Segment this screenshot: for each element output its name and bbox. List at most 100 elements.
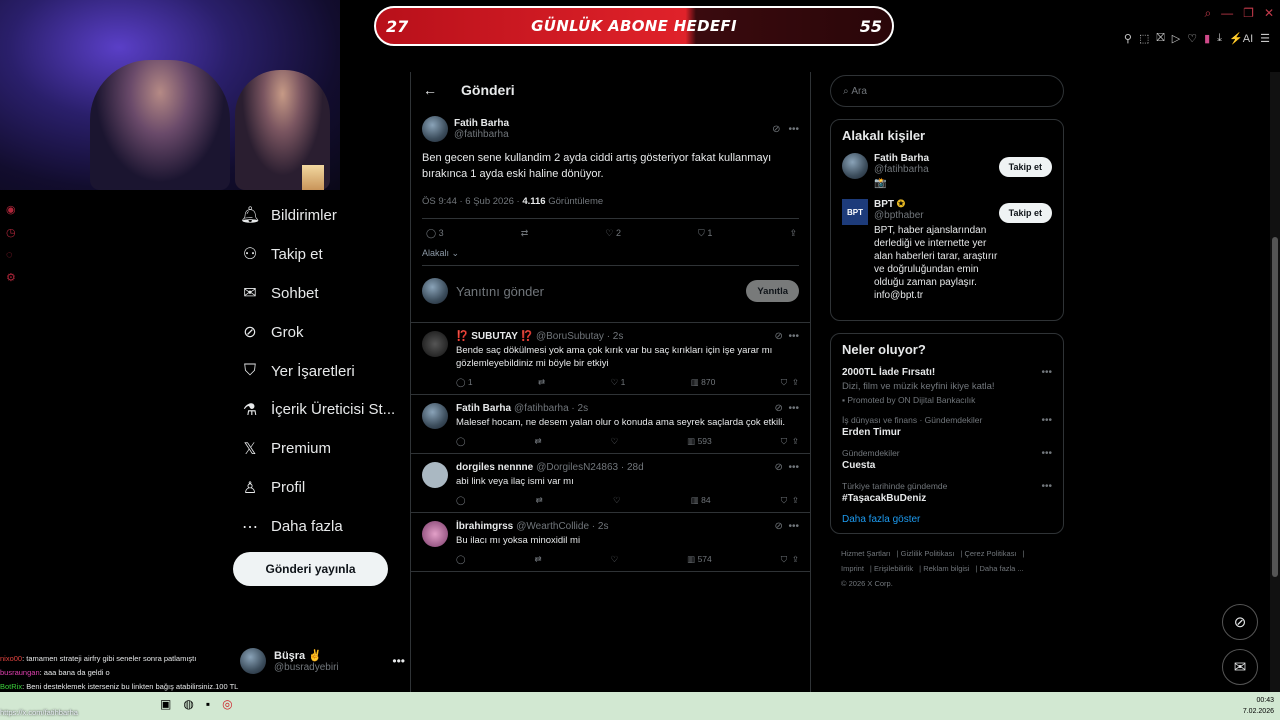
nav-item-profile[interactable]: ♙ Profil: [240, 468, 410, 507]
account-switcher[interactable]: Büşra ✌ @busradyebiri •••: [240, 648, 405, 674]
reply-item[interactable]: dorgiles nennne @DorgilesN24863 · 28d ⊘ ••…: [411, 454, 810, 513]
like-action[interactable]: ♡ 2: [605, 228, 621, 239]
footer-link[interactable]: Gizlilik Politikası: [901, 549, 955, 558]
reply-author-name[interactable]: dorgiles nennne: [456, 462, 533, 473]
grok-icon[interactable]: ⊘ •••: [775, 462, 799, 473]
person-name[interactable]: Fatih Barha: [874, 153, 999, 164]
grok-icon[interactable]: ⊘ •••: [775, 521, 799, 532]
reply-author-name[interactable]: Fatih Barha: [456, 403, 511, 414]
grok-icon[interactable]: ⊘ •••: [775, 403, 799, 414]
circle-icon[interactable]: ◉: [6, 203, 16, 216]
app-icon[interactable]: ▣: [160, 697, 171, 711]
play-icon[interactable]: ▷: [1172, 32, 1180, 45]
show-more-link[interactable]: Daha fazla göster: [842, 514, 1052, 525]
person-name[interactable]: BPT ✪: [874, 199, 999, 210]
gear-icon[interactable]: ⚙: [6, 271, 16, 284]
tweet-author-name[interactable]: Fatih Barha: [454, 118, 509, 129]
menu-icon[interactable]: ☰: [1260, 32, 1270, 45]
minimize-icon[interactable]: —: [1221, 6, 1233, 21]
reply-author-handle[interactable]: @WearthCollide · 2s: [516, 521, 608, 532]
person-card[interactable]: BPT BPT ✪ @bpthaber BPT, haber ajansları…: [842, 199, 1052, 302]
person-handle[interactable]: @fatihbarha: [874, 164, 999, 175]
opera-icon[interactable]: ◎: [222, 697, 232, 711]
reply-icon[interactable]: ◯: [456, 436, 466, 447]
tweet-author-handle[interactable]: @fatihbarha: [454, 129, 509, 140]
reply-icon[interactable]: ◯: [456, 554, 466, 565]
messages-fab[interactable]: ✉: [1222, 649, 1258, 685]
nav-item-chat[interactable]: ✉ Sohbet: [240, 274, 410, 313]
heart-icon[interactable]: ♡: [1187, 32, 1197, 45]
more-icon[interactable]: •••: [1041, 415, 1052, 426]
bookmark-share[interactable]: ⛉ ⇪: [781, 495, 799, 506]
footer-link[interactable]: Daha fazla ...: [980, 564, 1024, 573]
shield-icon[interactable]: ⛝: [1156, 32, 1164, 45]
views-action[interactable]: ▥ 84: [691, 495, 711, 506]
footer-link[interactable]: Erişilebilirlik: [874, 564, 913, 573]
retweet-icon[interactable]: ⇄: [521, 228, 529, 239]
views-action[interactable]: ▥ 574: [687, 554, 712, 565]
more-icon[interactable]: •••: [1041, 481, 1052, 492]
reply-input[interactable]: Yanıtını gönder: [456, 284, 544, 299]
retweet-icon[interactable]: ⇄: [534, 436, 541, 447]
retweet-icon[interactable]: ⇄: [538, 377, 545, 388]
reply-author-handle[interactable]: @fatihbarha · 2s: [514, 403, 588, 414]
more-icon[interactable]: •••: [1041, 367, 1052, 378]
reply-author-handle[interactable]: @BoruSubutay · 2s: [536, 331, 623, 342]
more-icon[interactable]: •••: [788, 124, 799, 135]
more-icon[interactable]: •••: [1041, 448, 1052, 459]
trend-item[interactable]: Türkiye tarihinde gündemde #TaşacakBuDen…: [842, 481, 1052, 504]
ai-icon[interactable]: ⚡AI: [1229, 32, 1253, 45]
views-action[interactable]: ▥ 870: [691, 377, 716, 388]
reply-icon[interactable]: ◯: [456, 495, 466, 506]
follow-button[interactable]: Takip et: [998, 203, 1052, 223]
reply-action[interactable]: ◯ 3: [426, 228, 444, 239]
bookmark-share[interactable]: ⛉ ⇪: [781, 554, 799, 565]
heart-icon[interactable]: ♡: [611, 436, 619, 447]
nav-item-creator-studio[interactable]: ⚗ İçerik Üreticisi St...: [240, 390, 410, 429]
system-clock[interactable]: 00:43 7.02.2026: [1243, 695, 1274, 717]
views-action[interactable]: ▥ 593: [687, 436, 712, 447]
trend-ad[interactable]: 2000TL İade Fırsatı! Dizi, film ve müzik…: [842, 367, 1052, 405]
reply-item[interactable]: ⁉️ SUBUTAY ⁉️ @BoruSubutay · 2s ⊘ ••• Bend…: [411, 323, 810, 395]
nav-item-follow[interactable]: ⚇ Takip et: [240, 235, 410, 274]
avatar[interactable]: [842, 153, 868, 179]
restore-icon[interactable]: ❐: [1243, 6, 1254, 21]
reply-item[interactable]: Fatih Barha @fatihbarha · 2s ⊘ ••• Malesef…: [411, 395, 810, 454]
footer-link[interactable]: Reklam bilgisi: [923, 564, 969, 573]
bpt-logo-icon[interactable]: BPT: [842, 199, 868, 225]
like-action[interactable]: ♡ 1: [611, 377, 626, 388]
post-button[interactable]: Gönderi yayınla: [233, 552, 388, 586]
tweet-time[interactable]: ÖS 9:44 · 6 Şub 2026 ·: [422, 196, 520, 207]
app-icon[interactable]: ▪: [206, 697, 210, 711]
footer-link[interactable]: Imprint: [841, 564, 864, 573]
retweet-icon[interactable]: ⇄: [534, 554, 541, 565]
trend-item[interactable]: Gündemdekiler Cuesta •••: [842, 448, 1052, 471]
grok-icon[interactable]: ⊘ •••: [775, 331, 799, 342]
reply-author-name[interactable]: İbrahimgrss: [456, 521, 513, 532]
search-icon[interactable]: ⌕: [1204, 6, 1211, 21]
bookmark-action[interactable]: ⛉ 1: [698, 228, 712, 239]
heart-icon[interactable]: ♡: [611, 554, 619, 565]
retweet-icon[interactable]: ⇄: [536, 495, 543, 506]
avatar[interactable]: [422, 521, 448, 547]
avatar[interactable]: [422, 403, 448, 429]
nav-item-notifications[interactable]: 🔔︎ Bildirimler: [240, 196, 410, 235]
footer-link[interactable]: Çerez Politikası: [964, 549, 1016, 558]
nav-item-grok[interactable]: ⊘ Grok: [240, 313, 410, 352]
back-arrow-icon[interactable]: ←: [423, 82, 437, 98]
reply-author-handle[interactable]: @DorgilesN24863 · 28d: [536, 462, 643, 473]
bookmark-share[interactable]: ⛉ ⇪: [781, 436, 799, 447]
scrollbar[interactable]: [1270, 72, 1280, 692]
person-card[interactable]: Fatih Barha @fatihbarha 📸 Takip et: [842, 153, 1052, 189]
avatar[interactable]: [422, 116, 448, 142]
close-icon[interactable]: ✕: [1264, 6, 1274, 21]
reply-item[interactable]: İbrahimgrss @WearthCollide · 2s ⊘ ••• Bu i…: [411, 513, 810, 572]
pin-icon[interactable]: ⚲: [1124, 32, 1132, 45]
heart-icon[interactable]: ♡: [613, 495, 621, 506]
chat-icon[interactable]: ◌: [6, 249, 16, 261]
reply-button[interactable]: Yanıtla: [746, 280, 799, 302]
avatar[interactable]: [422, 331, 448, 357]
screenshot-icon[interactable]: ⬚: [1139, 32, 1149, 45]
sort-relevant[interactable]: Alakalı ⌄: [422, 248, 799, 265]
person-handle[interactable]: @bpthaber: [874, 210, 999, 221]
